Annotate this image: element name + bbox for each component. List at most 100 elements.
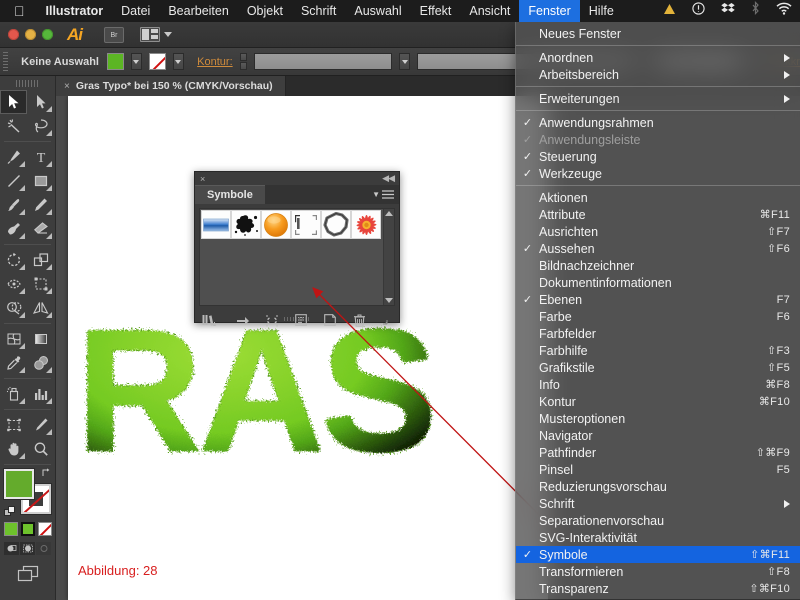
menu-item-kontur[interactable]: Kontur ⌘F10 [516,393,800,410]
menu-item-neues-fenster[interactable]: Neues Fenster [516,25,800,42]
wifi-icon[interactable] [768,0,800,22]
symbols-scrollbar[interactable] [383,209,394,305]
default-fill-stroke-icon[interactable] [3,505,16,517]
menu-item-farbhilfe[interactable]: Farbhilfe ⇧F3 [516,342,800,359]
symbol-orange-sphere[interactable] [261,210,291,239]
menu-item-transformieren[interactable]: Transformieren ⇧F8 [516,563,800,580]
menu-item-pathfinder[interactable]: Pathfinder ⇧⌘F9 [516,444,800,461]
menubar-item-bearbeiten[interactable]: Bearbeiten [159,0,237,22]
menu-item-svg-interaktivität[interactable]: SVG-Interaktivität [516,529,800,546]
pen-tool[interactable] [0,145,27,169]
stroke-weight-dropdown[interactable] [398,53,411,70]
minimize-window-button[interactable] [25,29,36,40]
none-swatch-button[interactable] [37,522,52,536]
menu-item-farbfelder[interactable]: Farbfelder [516,325,800,342]
menu-item-steuerung[interactable]: ✓ Steuerung [516,148,800,165]
stroke-swatch-dropdown[interactable] [172,53,185,70]
menu-item-anwendungsleiste[interactable]: ✓ Anwendungsleiste [516,131,800,148]
blob-brush-tool[interactable] [0,217,27,241]
gradient-swatch-button[interactable] [20,522,35,536]
tab-symbole[interactable]: Symbole [195,185,265,204]
fill-color-swatch[interactable] [107,53,124,70]
symbol-red-flower[interactable] [351,210,381,239]
menubar-item-datei[interactable]: Datei [112,0,159,22]
menu-item-aktionen[interactable]: Aktionen [516,189,800,206]
symbol-blue-gradient-bar[interactable] [201,210,231,239]
draw-normal-button[interactable] [4,542,19,555]
dropbox-icon[interactable] [713,0,743,22]
warning-triangle-icon[interactable] [655,0,684,22]
menubar-item-auswahl[interactable]: Auswahl [345,0,410,22]
fill-swatch-dropdown[interactable] [130,53,143,70]
tools-panel-grip[interactable] [15,80,40,87]
stroke-weight-stepper[interactable] [239,53,248,70]
stroke-weight-input[interactable] [254,53,392,70]
perspective-grid-tool[interactable] [27,296,54,320]
symbol-corner-marks[interactable] [291,210,321,239]
close-icon[interactable]: × [64,81,70,92]
artboard-tool[interactable] [0,413,27,437]
zoom-tool[interactable] [27,437,54,461]
close-icon[interactable]: × [200,174,205,184]
arrange-documents-button[interactable] [124,27,172,42]
menu-item-separationenvorschau[interactable]: Separationenvorschau [516,512,800,529]
grass-typography-artwork[interactable]: RAS RAS RAS [68,294,548,501]
delete-symbol-icon[interactable] [345,314,374,327]
menubar-item-illustrator[interactable]: Illustrator [37,0,113,22]
symbols-panel-titlebar[interactable]: × ◀◀ [195,172,399,185]
menu-item-reduzierungsvorschau[interactable]: Reduzierungsvorschau [516,478,800,495]
direct-selection-tool[interactable] [27,90,54,114]
swap-fill-stroke-icon[interactable] [41,467,52,481]
bluetooth-icon[interactable] [743,0,768,22]
apple-logo-icon[interactable]:  [0,4,37,18]
menu-item-erweiterungen[interactable]: Erweiterungen [516,90,800,107]
stroke-color-swatch[interactable] [149,53,166,70]
menu-item-dokumentinformationen[interactable]: Dokumentinformationen [516,274,800,291]
fill-color-box[interactable] [3,469,34,499]
symbol-libraries-icon[interactable] [202,314,228,326]
menubar-item-schrift[interactable]: Schrift [292,0,345,22]
menubar-item-objekt[interactable]: Objekt [238,0,292,22]
symbols-grid-container[interactable] [199,208,395,306]
menu-item-ausrichten[interactable]: Ausrichten ⇧F7 [516,223,800,240]
scroll-down-icon[interactable] [385,298,393,303]
line-segment-tool[interactable] [0,169,27,193]
rectangle-tool[interactable] [27,169,54,193]
pencil-tool[interactable] [27,193,54,217]
close-window-button[interactable] [8,29,19,40]
place-symbol-instance-icon[interactable] [228,314,257,326]
break-link-icon[interactable] [257,314,286,327]
menu-item-schrift[interactable]: Schrift [516,495,800,512]
bridge-button[interactable]: Br [104,26,124,43]
eyedropper-tool[interactable] [0,351,27,375]
blend-tool[interactable] [27,351,54,375]
menu-item-musteroptionen[interactable]: Musteroptionen [516,410,800,427]
free-transform-tool[interactable] [27,272,54,296]
rotate-tool[interactable] [0,248,27,272]
symbol-gray-ring[interactable] [321,210,351,239]
symbol-black-splatter[interactable] [231,210,261,239]
menu-item-ebenen[interactable]: ✓ Ebenen F7 [516,291,800,308]
color-swatch-button[interactable] [3,522,18,536]
menu-item-farbe[interactable]: Farbe F6 [516,308,800,325]
menu-item-bildnachzeichner[interactable]: Bildnachzeichner [516,257,800,274]
selection-tool[interactable] [0,90,27,114]
panel-resize-grip[interactable] [374,316,392,325]
mesh-tool[interactable] [0,327,27,351]
fenster-menu-dropdown[interactable]: Neues Fenster Anordnen Arbeitsbereich Erwei… [515,22,800,600]
menu-item-anwendungsrahmen[interactable]: ✓ Anwendungsrahmen [516,114,800,131]
column-graph-tool[interactable] [27,382,54,406]
menu-item-navigator[interactable]: Navigator [516,427,800,444]
stroke-weight-label[interactable]: Kontur: [197,56,232,68]
maximize-window-button[interactable] [42,29,53,40]
draw-inside-button[interactable] [36,542,51,555]
collapse-icon[interactable]: ◀◀ [382,173,395,184]
menu-item-transparenz[interactable]: Transparenz ⇧⌘F10 [516,580,800,597]
menu-item-symbole[interactable]: ✓ Symbole ⇧⌘F11 [516,546,800,563]
menu-item-pinsel[interactable]: Pinsel F5 [516,461,800,478]
shape-builder-tool[interactable] [0,296,27,320]
menu-item-aussehen[interactable]: ✓ Aussehen ⇧F6 [516,240,800,257]
panel-menu-icon[interactable]: ▼ [372,190,394,199]
menubar-item-effekt[interactable]: Effekt [411,0,461,22]
type-tool[interactable]: T [27,145,54,169]
